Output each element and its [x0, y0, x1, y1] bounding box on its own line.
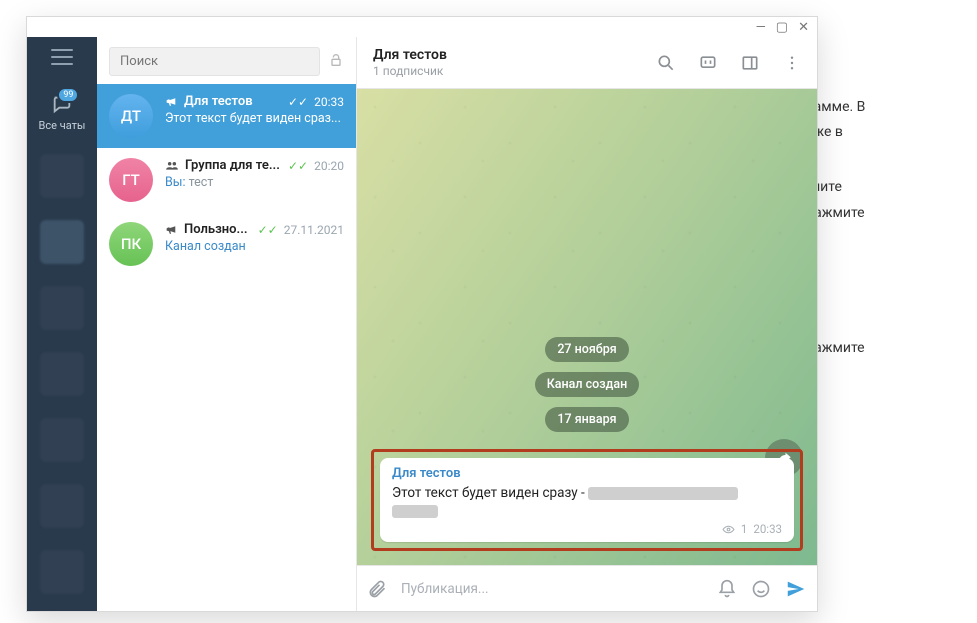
- chat-time: 27.11.2021: [284, 223, 344, 237]
- channel-icon: [165, 223, 178, 236]
- unread-badge: 99: [57, 87, 79, 103]
- message-text: Этот текст будет виден сразу -: [392, 484, 782, 520]
- rail-folder-blur[interactable]: [40, 154, 84, 198]
- conversation-subtitle: 1 подписчик: [373, 64, 635, 78]
- chat-preview: Этот текст будет виден сраз...: [165, 111, 344, 126]
- chat-time: 20:20: [314, 159, 344, 173]
- avatar: ПК: [109, 222, 153, 266]
- date-pill: 27 ноября: [545, 337, 628, 362]
- rail-folder-blur[interactable]: [40, 352, 84, 396]
- conversation-title: Для тестов: [373, 47, 635, 63]
- send-button[interactable]: [785, 578, 807, 600]
- message-views: 1: [741, 522, 747, 536]
- redacted-text: [392, 505, 438, 518]
- read-checks-icon: ✓✓: [288, 159, 308, 173]
- window-maximize-button[interactable]: ▢: [776, 20, 788, 35]
- comments-icon[interactable]: [697, 52, 719, 74]
- chat-preview: Вы: тест: [165, 175, 344, 190]
- chat-list-column: ДТ Для тестов ✓✓ 20:33 Этот текст будет …: [97, 37, 357, 611]
- emoji-icon[interactable]: [751, 579, 771, 599]
- sidepanel-icon[interactable]: [739, 52, 761, 74]
- rail-folder-blur[interactable]: [40, 484, 84, 528]
- rail-all-chats-label: Все чаты: [39, 119, 86, 132]
- chat-preview: Канал создан: [165, 239, 344, 254]
- message-bubble[interactable]: Для тестов Этот текст будет виден сразу …: [380, 458, 794, 542]
- lock-icon[interactable]: [328, 52, 344, 72]
- composer: Публикация...: [357, 565, 817, 611]
- date-pill: 17 января: [545, 407, 628, 432]
- read-checks-icon: ✓✓: [288, 95, 308, 109]
- messages-area[interactable]: 27 ноября Канал создан 17 января Для тес…: [357, 89, 817, 565]
- telegram-window: — ▢ ✕ 99 Все чаты: [26, 16, 818, 612]
- avatar: ДТ: [109, 94, 153, 138]
- rail-folder-blur[interactable]: [40, 550, 84, 594]
- window-minimize-button[interactable]: —: [756, 20, 766, 35]
- chat-item[interactable]: ДТ Для тестов ✓✓ 20:33 Этот текст будет …: [97, 84, 356, 148]
- message-time: 20:33: [753, 522, 782, 536]
- chat-name: Пользно...: [184, 222, 252, 237]
- chat-name: Группа для те...: [185, 158, 282, 173]
- views-icon: [722, 523, 735, 536]
- window-titlebar: — ▢ ✕: [27, 17, 817, 37]
- conversation-pane: Для тестов 1 подписчик 27 ноября Канал с…: [357, 37, 817, 611]
- compose-input[interactable]: Публикация...: [401, 581, 703, 597]
- message-sender: Для тестов: [392, 466, 782, 481]
- menu-icon[interactable]: [51, 49, 73, 65]
- chat-time: 20:33: [314, 95, 344, 109]
- rail-all-chats[interactable]: 99 Все чаты: [39, 93, 86, 132]
- rail-folder-blur[interactable]: [40, 220, 84, 264]
- notifications-icon[interactable]: [717, 579, 737, 599]
- rail-folder-blur[interactable]: [40, 286, 84, 330]
- search-icon[interactable]: [655, 52, 677, 74]
- conversation-title-block[interactable]: Для тестов 1 подписчик: [373, 47, 635, 78]
- left-rail: 99 Все чаты: [27, 37, 97, 611]
- conversation-header: Для тестов 1 подписчик: [357, 37, 817, 89]
- attach-icon[interactable]: [367, 579, 387, 599]
- more-icon[interactable]: [781, 52, 803, 74]
- avatar: ГТ: [109, 158, 153, 202]
- read-checks-icon: ✓✓: [258, 223, 278, 237]
- search-input[interactable]: [109, 47, 320, 76]
- group-icon: [165, 160, 179, 171]
- chat-item[interactable]: ГТ Группа для те... ✓✓ 20:20 Вы: тест: [97, 148, 356, 212]
- redacted-text: [588, 487, 738, 500]
- window-close-button[interactable]: ✕: [798, 20, 809, 35]
- chat-name: Для тестов: [184, 94, 282, 109]
- service-pill: Канал создан: [535, 372, 640, 397]
- channel-icon: [165, 95, 178, 108]
- rail-folder-blur[interactable]: [40, 418, 84, 462]
- chat-item[interactable]: ПК Пользно... ✓✓ 27.11.2021 Канал создан: [97, 212, 356, 276]
- highlighted-message-box: Для тестов Этот текст будет виден сразу …: [371, 449, 803, 551]
